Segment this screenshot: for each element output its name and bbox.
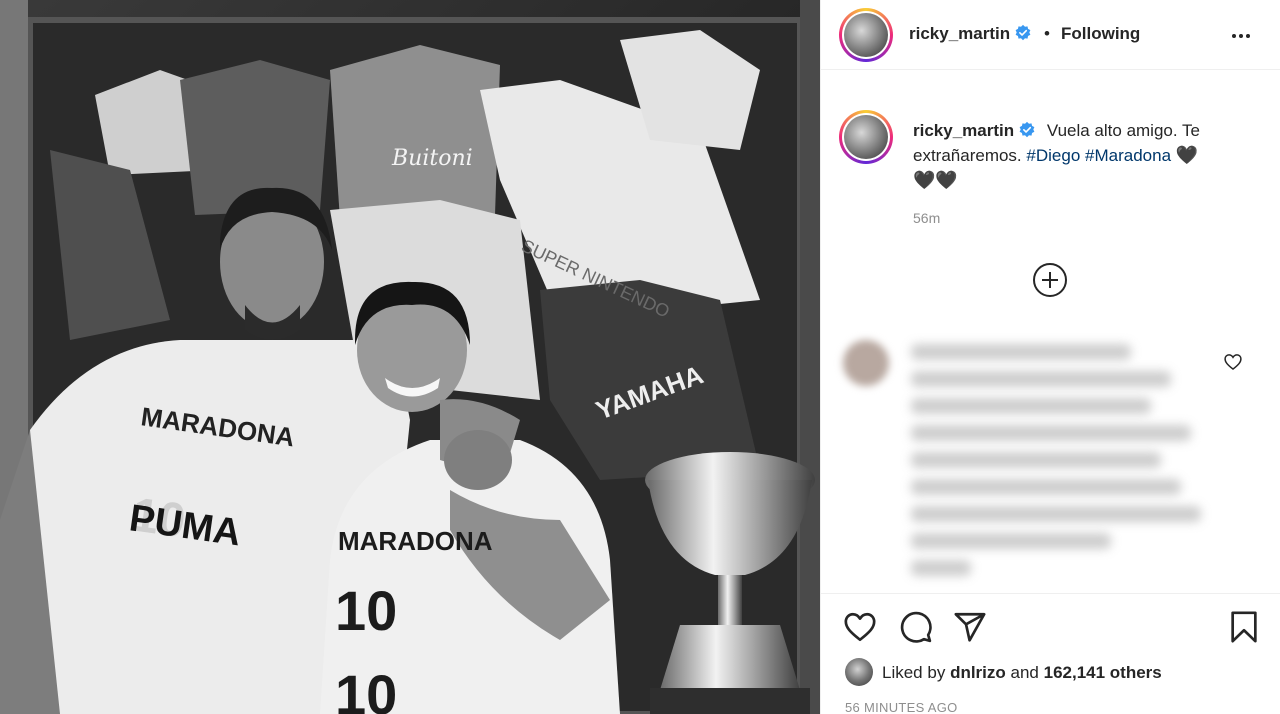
post-timestamp[interactable]: 56 MINUTES AGO <box>845 700 958 714</box>
liker-avatar[interactable] <box>845 658 873 686</box>
author-avatar[interactable] <box>839 8 893 62</box>
verified-badge-icon <box>1019 121 1035 138</box>
jersey-sponsor-text: Buitoni <box>391 146 473 171</box>
caption-username[interactable]: ricky_martin <box>913 121 1036 140</box>
following-button[interactable]: Following <box>1061 24 1140 44</box>
black-heart-emoji: 🖤 <box>1175 145 1199 165</box>
hashtag-diego[interactable]: #Diego <box>1026 146 1080 165</box>
caption-text: ricky_martin Vuela alto amigo. Te extrañ… <box>913 118 1253 193</box>
separator-dot: • <box>1044 24 1050 43</box>
svg-text:10: 10 <box>335 579 397 642</box>
caption-avatar[interactable] <box>839 110 893 164</box>
blurred-comment <box>821 330 1280 590</box>
comment-heart-icon[interactable] <box>1223 352 1243 372</box>
post-actions: Liked by dnlrizo and 162,141 others 56 M… <box>821 593 1280 714</box>
black-heart-emoji: 🖤🖤 <box>913 170 958 190</box>
shirt-right-top-text: MARADONA <box>338 526 493 556</box>
hashtag-maradona[interactable]: #Maradona <box>1085 146 1171 165</box>
author-username[interactable]: ricky_martin <box>909 24 1032 44</box>
share-icon[interactable] <box>953 610 987 644</box>
svg-text:10: 10 <box>335 663 397 714</box>
commenter-avatar[interactable] <box>843 340 889 386</box>
author-username-text[interactable]: ricky_martin <box>909 24 1010 43</box>
caption-timestamp[interactable]: 56m <box>913 210 940 226</box>
more-options-icon[interactable] <box>1221 22 1261 50</box>
bookmark-icon[interactable] <box>1227 610 1261 644</box>
post-photo[interactable]: Buitoni SUPER NINTENDO YAMAHA MARADONA 1… <box>0 0 820 714</box>
comment-icon[interactable] <box>899 610 933 644</box>
photo-illustration: Buitoni SUPER NINTENDO YAMAHA MARADONA 1… <box>0 0 820 714</box>
liker-username[interactable]: dnlrizo <box>950 663 1006 682</box>
post-side-panel: ricky_martin • Following ricky_martin Vu… <box>820 0 1280 714</box>
likes-text: Liked by dnlrizo and 162,141 others <box>882 663 1162 682</box>
verified-badge-icon <box>1015 24 1031 41</box>
likes-summary: Liked by dnlrizo and 162,141 others <box>845 658 1265 686</box>
blurred-comment-text <box>911 344 1211 587</box>
heart-icon[interactable] <box>843 610 877 644</box>
likes-others-link[interactable]: 162,141 others <box>1044 663 1162 682</box>
load-more-comments-icon[interactable] <box>1033 263 1067 297</box>
post-header: ricky_martin • Following <box>821 0 1280 70</box>
